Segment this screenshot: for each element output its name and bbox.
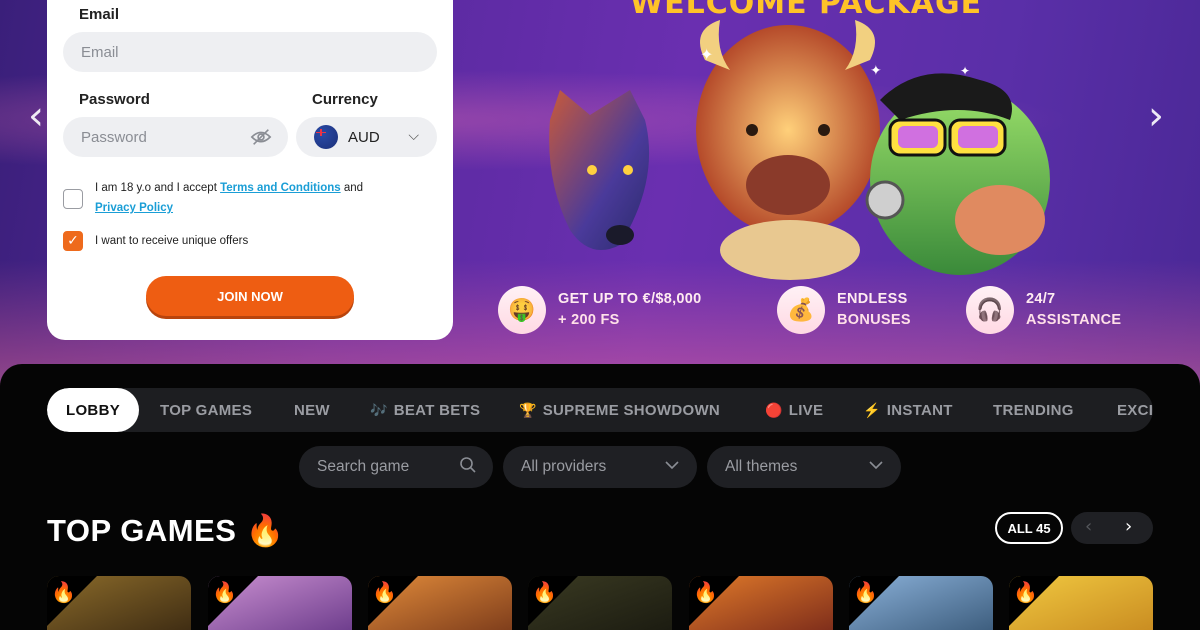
tab-beat-bets[interactable]: 🎶 BEAT BETS: [370, 388, 480, 432]
tab-label: EXCI: [1117, 401, 1153, 419]
tab-label: INSTANT: [886, 401, 953, 419]
feature-line: GET UP TO €/$8,000: [558, 291, 702, 307]
tab-live[interactable]: 🔴 LIVE: [765, 388, 823, 432]
headphones-icon: 🎧: [966, 286, 1014, 334]
game-tile[interactable]: 🔥: [368, 576, 512, 630]
tab-label: TOP GAMES: [160, 401, 253, 419]
signup-form: Email Email Password Password Currency A…: [47, 0, 453, 340]
checkmark-icon: ✓: [67, 233, 79, 249]
games-panel: LOBBY TOP GAMES NEW 🎶 BEAT BETS 🏆 SUPREME …: [0, 364, 1200, 630]
tab-new[interactable]: NEW: [294, 388, 330, 432]
tab-instant[interactable]: ⚡ INSTANT: [863, 388, 953, 432]
privacy-link[interactable]: Privacy Policy: [95, 202, 173, 214]
hero-characters-illustration: ✦ ✦ ✦: [549, 20, 1050, 280]
password-label: Password: [79, 91, 150, 108]
tab-label: TRENDING: [993, 401, 1074, 419]
australia-flag-icon: [314, 125, 338, 149]
chevron-down-icon: [869, 461, 883, 470]
terms-link[interactable]: Terms and Conditions: [220, 182, 341, 194]
password-field[interactable]: Password: [63, 117, 288, 157]
feature-line: 24/7: [1026, 291, 1056, 307]
money-face-icon: 🤑: [498, 286, 546, 334]
feature-line: + 200 FS: [558, 312, 620, 328]
svg-text:✦: ✦: [870, 63, 882, 79]
search-placeholder: Search game: [317, 458, 410, 475]
fire-icon: 🔥: [693, 580, 718, 604]
svg-text:✦: ✦: [960, 64, 970, 78]
tab-exci[interactable]: EXCI: [1117, 388, 1153, 432]
svg-text:✦: ✦: [700, 45, 713, 64]
game-tile[interactable]: 🔥: [689, 576, 833, 630]
terms-and: and: [340, 182, 364, 194]
providers-value: All providers: [521, 458, 607, 475]
password-placeholder: Password: [81, 128, 147, 146]
hero-title: WELCOME PACKAGE: [630, 0, 983, 21]
terms-checkbox[interactable]: [63, 189, 83, 209]
feature-endless-bonuses: 💰 ENDLESS BONUSES: [777, 286, 911, 334]
tab-label: LOBBY: [66, 401, 120, 419]
fire-icon: 🔥: [532, 580, 557, 604]
fire-icon: 🔥: [372, 580, 397, 604]
carousel-prev-button[interactable]: ‹: [1085, 516, 1092, 537]
search-input[interactable]: Search game: [299, 446, 493, 488]
currency-label: Currency: [312, 91, 378, 108]
hero-prev-arrow[interactable]: ‹: [28, 96, 44, 136]
tab-label: LIVE: [788, 401, 824, 419]
email-label: Email: [79, 6, 120, 23]
email-field[interactable]: Email: [63, 32, 437, 72]
section-title: TOP GAMES 🔥: [47, 513, 285, 548]
feature-welcome-bonus: 🤑 GET UP TO €/$8,000 + 200 FS: [498, 286, 702, 334]
all-games-button[interactable]: ALL 45: [995, 512, 1063, 544]
fire-icon: 🔥: [212, 580, 237, 604]
offers-label: I want to receive unique offers: [95, 235, 249, 247]
game-tile[interactable]: 🔥: [208, 576, 352, 630]
fire-icon: 🔥: [1013, 580, 1038, 604]
currency-value: AUD: [348, 128, 380, 146]
carousel-nav: ‹ ›: [1071, 512, 1153, 544]
currency-select[interactable]: AUD ⌵: [296, 117, 437, 157]
join-now-button[interactable]: JOIN NOW: [146, 276, 354, 316]
tab-trending[interactable]: TRENDING: [993, 388, 1074, 432]
carousel-next-button[interactable]: ›: [1125, 516, 1132, 537]
money-bag-icon: 💰: [777, 286, 825, 334]
email-placeholder: Email: [81, 43, 119, 61]
feature-line: ASSISTANCE: [1026, 312, 1122, 328]
music-notes-icon: 🎶: [370, 401, 388, 418]
terms-prefix: I am 18 y.o and I accept: [95, 182, 221, 194]
chevron-down-icon: ⌵: [408, 127, 419, 143]
fire-icon: 🔥: [853, 580, 878, 604]
lightning-icon: ⚡: [863, 401, 881, 418]
feature-line: ENDLESS: [837, 291, 908, 307]
tab-lobby[interactable]: LOBBY: [47, 388, 139, 432]
search-icon: [460, 457, 476, 473]
feature-assistance: 🎧 24/7 ASSISTANCE: [966, 286, 1121, 334]
tab-supreme-showdown[interactable]: 🏆 SUPREME SHOWDOWN: [519, 388, 720, 432]
terms-text: I am 18 y.o and I accept Terms and Condi…: [95, 178, 415, 218]
themes-select[interactable]: All themes: [707, 446, 901, 488]
offers-checkbox[interactable]: ✓: [63, 231, 83, 251]
game-tile[interactable]: 🔥: [1009, 576, 1153, 630]
hero-next-arrow[interactable]: ›: [1148, 96, 1164, 136]
game-tile[interactable]: 🔥: [528, 576, 672, 630]
category-tabs: LOBBY TOP GAMES NEW 🎶 BEAT BETS 🏆 SUPREME …: [47, 388, 1153, 432]
tab-label: SUPREME SHOWDOWN: [542, 401, 721, 419]
game-tile[interactable]: 🔥: [849, 576, 993, 630]
game-tile[interactable]: 🔥: [47, 576, 191, 630]
tab-top-games[interactable]: TOP GAMES: [160, 388, 252, 432]
themes-value: All themes: [725, 458, 798, 475]
tab-label: NEW: [294, 401, 330, 419]
red-circle-icon: 🔴: [765, 401, 783, 418]
trophy-icon: 🏆: [519, 401, 537, 418]
chevron-down-icon: [665, 461, 679, 470]
fire-icon: 🔥: [51, 580, 76, 604]
tab-label: BEAT BETS: [393, 401, 481, 419]
eye-off-icon[interactable]: [250, 127, 272, 147]
feature-line: BONUSES: [837, 312, 911, 328]
providers-select[interactable]: All providers: [503, 446, 697, 488]
